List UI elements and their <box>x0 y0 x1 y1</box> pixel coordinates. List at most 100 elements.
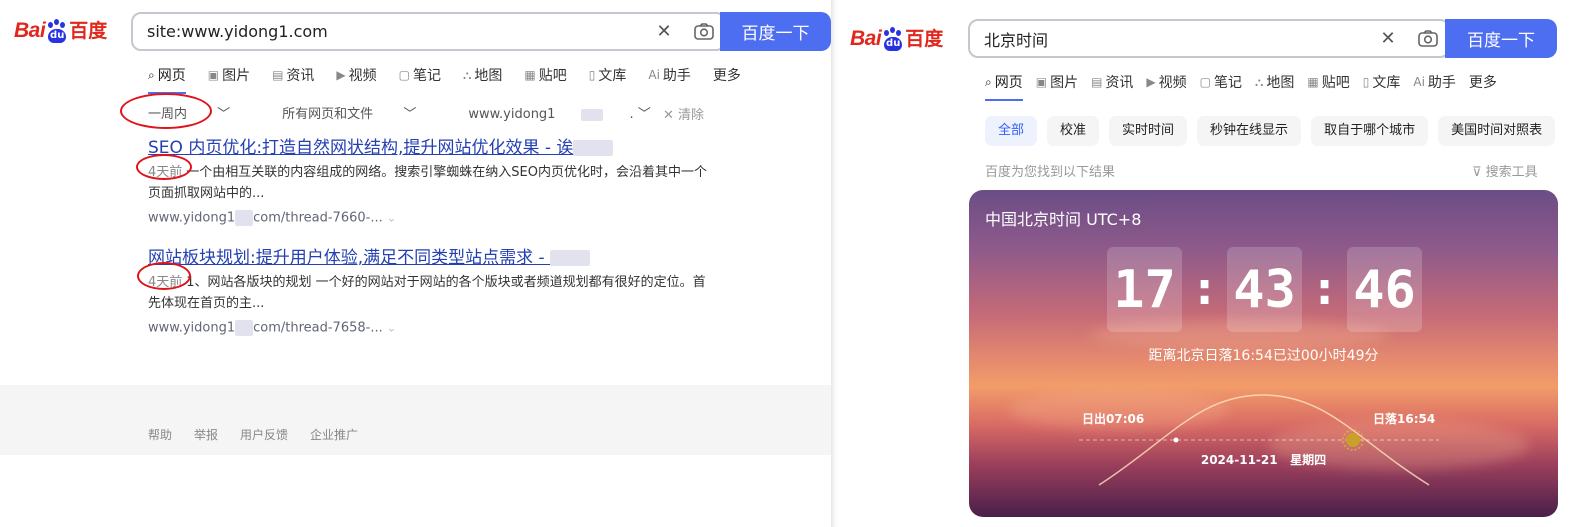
chevron-down-icon[interactable]: ⌄ <box>387 212 396 225</box>
search-button[interactable]: 百度一下 <box>1445 19 1557 58</box>
map-icon: ⛬ <box>1255 74 1264 89</box>
clear-icon[interactable]: ✕ <box>1368 21 1408 56</box>
chip-item[interactable]: 秒钟在线显示 <box>1197 116 1302 146</box>
search-icon: ⌕ <box>148 67 155 82</box>
tab-item[interactable]: ▤ 资讯 <box>272 65 314 85</box>
blurred-text <box>235 320 254 336</box>
tab-item[interactable]: ▦ 贴吧 <box>524 65 566 85</box>
tab-item[interactable]: 更多 <box>1469 72 1497 92</box>
tab-item[interactable]: 更多 <box>713 65 741 85</box>
clear-filters-button[interactable]: ✕ 清除 <box>663 104 704 123</box>
news-icon: ▤ <box>272 68 284 82</box>
ai-icon: Ai <box>1413 75 1425 89</box>
site-filter[interactable]: www.yidong1. ﹀ <box>468 103 676 122</box>
tab-item[interactable]: Ai 助手 <box>648 65 691 85</box>
result-snippet: 4天前 一个由相互关联的内容组成的网络。搜索引擎蜘蛛在纳入SEO内页优化时，会沿着… <box>148 165 707 201</box>
sun-arc <box>1079 394 1439 486</box>
card-date: 2024-11-21 星期四 <box>1200 453 1327 467</box>
tab-item[interactable]: ▯ 文库 <box>1363 72 1401 92</box>
chip-item[interactable]: 全部 <box>985 116 1038 146</box>
search-tabs: ⌕ 网页 ▣ 图片 ▤ 资讯 ▶ 视频 ▢ 笔记 ⛬ 地图 ▦ 贴吧 ▯ 文库 Ai 助手 更多 <box>985 72 1497 101</box>
footer-link[interactable]: 用户反馈 <box>240 426 288 443</box>
card-title: 中国北京时间 UTC+8 <box>985 210 1142 229</box>
blurred-text <box>573 140 614 156</box>
chevron-down-icon: ﹀ <box>637 107 651 122</box>
result-url[interactable]: www.yidong1 com/thread-7658-... ⌄ <box>148 320 718 336</box>
left-browser-pane: Bai du 百度 ✕ 百度一下 ⌕网页 ▣图片 ▤资讯 ▶视频 ▢笔记 ⛬地图 ▦贴吧 ▯文… <box>0 0 831 527</box>
tab-item[interactable]: ▦ 贴吧 <box>1307 72 1349 92</box>
sunset-time: 日落16:54 <box>1373 412 1436 426</box>
chevron-down-icon[interactable]: ⌄ <box>387 322 396 335</box>
tab-item[interactable]: Ai 助手 <box>1413 72 1456 92</box>
tab-item[interactable]: ⛬ 地图 <box>463 65 502 85</box>
doc-icon: ▯ <box>588 68 596 82</box>
sun-icon <box>1342 429 1364 451</box>
tab-item[interactable]: ▯ 文库 <box>589 65 627 85</box>
search-result: SEO 内页优化:打造自然网状结构,提升网站优化效果 - 诶 4天前 一个由相互关… <box>148 133 718 226</box>
result-title[interactable]: 网站板块规划:提升用户体验,满足不同类型站点需求 - <box>148 243 718 268</box>
search-input[interactable] <box>133 14 644 49</box>
image-icon: ▣ <box>207 68 220 82</box>
map-icon: ⛬ <box>463 67 472 82</box>
camera-icon[interactable] <box>684 14 724 49</box>
result-snippet: 4天前 1、网站各版块的规划 一个好的网站对于网站的各个版块或者频道规划都有很好的… <box>148 275 706 311</box>
clock-minutes: 43 <box>1227 247 1302 332</box>
clear-icon[interactable]: ✕ <box>644 14 684 49</box>
blurred-text <box>581 108 604 121</box>
search-result: 网站板块规划:提升用户体验,满足不同类型站点需求 - 4天前 1、网站各版块的规划… <box>148 243 718 336</box>
annotation-circle <box>137 262 191 290</box>
results-count-text: 百度为您找到以下结果 <box>985 165 1116 180</box>
footer-link[interactable]: 举报 <box>194 426 218 443</box>
doc-icon: ▯ <box>1362 75 1370 89</box>
type-filter[interactable]: 所有网页和文件 ﹀ <box>282 103 442 122</box>
search-filters: 一周内 ﹀ 所有网页和文件 ﹀ www.yidong1. ﹀ <box>148 103 703 122</box>
annotation-circle <box>120 93 212 129</box>
tieba-icon: ▦ <box>524 68 536 82</box>
clock-colon: : <box>1195 264 1214 315</box>
search-tools-button[interactable]: ⊽ 搜索工具 <box>1472 161 1538 180</box>
close-icon: ✕ <box>663 108 674 123</box>
clock-hours: 17 <box>1107 247 1182 332</box>
news-icon: ▤ <box>1091 75 1103 89</box>
tab-item[interactable]: ▣ 图片 <box>208 65 250 85</box>
right-browser-pane: Bai du 百度 ✕ 百度一下 ⌕网页 ▣图片 ▤资讯 ▶视频 ▢笔记 ⛬地图 ▦贴吧 ▯文… <box>838 0 1575 527</box>
search-tabs: ⌕ 网页 ▣ 图片 ▤ 资讯 ▶ 视频 ▢ 笔记 ⛬ 地图 ▦ 贴吧 ▯ 文库 Ai 助手 更多 <box>148 65 741 94</box>
beijing-time-card: 中国北京时间 UTC+8 17 : 43 : 46 距离北京日落16:54已过0… <box>969 190 1558 517</box>
clock-colon: : <box>1315 264 1334 315</box>
annotation-circle <box>136 154 192 180</box>
chevron-down-icon: ﹀ <box>403 107 417 122</box>
tab-item[interactable]: ▶ 视频 <box>1146 72 1186 92</box>
chevron-down-icon: ﹀ <box>217 107 231 122</box>
search-box: ✕ <box>968 19 1450 58</box>
footer-link[interactable]: 企业推广 <box>310 426 358 443</box>
sunrise-time: 日出07:06 <box>1082 412 1145 426</box>
tab-item[interactable]: ▢ 笔记 <box>1200 72 1242 92</box>
tab-web[interactable]: ⌕ 网页 <box>148 65 186 94</box>
tab-web[interactable]: ⌕ 网页 <box>985 72 1023 101</box>
baidu-logo[interactable]: Bai du 百度 <box>14 16 107 43</box>
tab-item[interactable]: ▣ 图片 <box>1036 72 1078 92</box>
baidu-logo[interactable]: Bai du 百度 <box>850 24 943 51</box>
ai-icon: Ai <box>648 68 660 82</box>
blurred-text <box>550 250 591 266</box>
note-icon: ▢ <box>398 68 410 82</box>
result-title[interactable]: SEO 内页优化:打造自然网状结构,提升网站优化效果 - 诶 <box>148 133 718 158</box>
chip-item[interactable]: 美国时间对照表 <box>1438 116 1556 146</box>
search-input[interactable] <box>970 21 1368 56</box>
related-chips: 全部 校准 实时时间 秒钟在线显示 取自于哪个城市 美国时间对照表 <box>985 116 1556 146</box>
chip-item[interactable]: 取自于哪个城市 <box>1311 116 1429 146</box>
chip-item[interactable]: 实时时间 <box>1109 116 1188 146</box>
chip-item[interactable]: 校准 <box>1047 116 1100 146</box>
camera-icon[interactable] <box>1408 21 1448 56</box>
page-footer: 帮助 举报 用户反馈 企业推广 <box>0 385 831 455</box>
tab-item[interactable]: ⛬ 地图 <box>1255 72 1294 92</box>
search-box: ✕ <box>131 12 726 51</box>
result-url[interactable]: www.yidong1 com/thread-7660-... ⌄ <box>148 210 718 226</box>
tab-item[interactable]: ▢ 笔记 <box>399 65 441 85</box>
tab-item[interactable]: ▤ 资讯 <box>1091 72 1133 92</box>
image-icon: ▣ <box>1035 75 1048 89</box>
video-icon: ▶ <box>336 68 346 82</box>
tab-item[interactable]: ▶ 视频 <box>336 65 376 85</box>
search-button[interactable]: 百度一下 <box>720 12 831 51</box>
footer-link[interactable]: 帮助 <box>148 426 172 443</box>
